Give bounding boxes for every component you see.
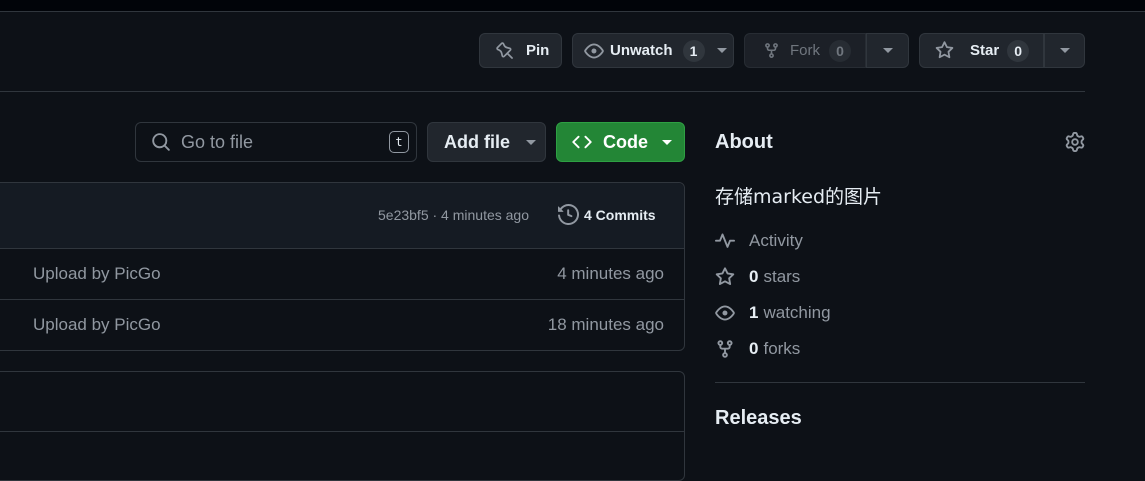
forks-count: 0 — [749, 339, 759, 358]
chevron-down-icon — [1059, 48, 1070, 53]
search-icon — [152, 133, 170, 151]
top-navigation-bar — [0, 0, 1145, 12]
fork-icon — [717, 340, 733, 358]
repo-description: 存储marked的图片 — [715, 186, 883, 208]
code-label: Code — [603, 131, 648, 152]
star-dropdown-button[interactable] — [1044, 33, 1085, 68]
readme-header-divider — [0, 431, 684, 432]
unwatch-button[interactable]: Unwatch 1 — [572, 33, 734, 68]
watching-count: 1 — [749, 303, 759, 322]
watch-count-badge: 1 — [682, 39, 705, 62]
pin-button[interactable]: Pin — [479, 33, 562, 68]
search-input[interactable]: Go to file — [181, 132, 253, 153]
file-row-time: 4 minutes ago — [557, 264, 664, 283]
star-icon — [715, 267, 735, 286]
header-divider — [0, 91, 1085, 92]
commits-link[interactable]: 4 Commits — [558, 204, 656, 225]
stars-label: stars — [763, 267, 801, 286]
activity-link[interactable]: Activity — [715, 231, 803, 251]
add-file-button[interactable]: Add file — [427, 122, 546, 162]
about-title: About — [715, 131, 773, 153]
eye-icon — [584, 43, 604, 58]
fork-button[interactable]: Fork 0 — [744, 33, 866, 68]
gear-icon[interactable] — [1065, 132, 1085, 152]
file-row-commit-message[interactable]: Upload by PicGo — [33, 264, 161, 284]
chevron-down-icon — [882, 48, 893, 53]
star-button[interactable]: Star 0 — [919, 33, 1044, 68]
stars-link[interactable]: 0 stars — [715, 267, 800, 287]
fork-count-badge: 0 — [829, 39, 851, 62]
go-to-file-search[interactable]: Go to file t — [135, 122, 417, 162]
eye-icon — [715, 305, 735, 321]
search-shortcut-key: t — [389, 131, 409, 153]
fork-icon — [765, 43, 778, 58]
commits-label: 4 Commits — [584, 206, 656, 223]
chevron-down-icon — [526, 139, 536, 145]
add-file-label: Add file — [444, 131, 510, 152]
chevron-down-icon — [662, 139, 672, 145]
star-label: Star — [970, 42, 1000, 59]
releases-title[interactable]: Releases — [715, 407, 802, 430]
watching-label: watching — [763, 303, 831, 322]
readme-panel — [0, 371, 685, 481]
pin-icon — [496, 41, 513, 59]
forks-link[interactable]: 0 forks — [715, 339, 800, 359]
row-divider — [0, 299, 684, 300]
row-divider — [0, 248, 684, 249]
history-icon — [558, 204, 579, 225]
stars-count: 0 — [749, 267, 759, 286]
unwatch-label: Unwatch — [610, 42, 673, 59]
chevron-down-icon — [716, 48, 727, 53]
fork-dropdown-button[interactable] — [866, 33, 909, 68]
forks-label: forks — [763, 339, 801, 358]
file-row-commit-message[interactable]: Upload by PicGo — [33, 315, 161, 335]
activity-label: Activity — [749, 231, 803, 250]
code-button[interactable]: Code — [556, 122, 685, 162]
pin-label: Pin — [526, 42, 550, 59]
file-row-time: 18 minutes ago — [547, 315, 664, 334]
star-count-badge: 0 — [1007, 39, 1030, 62]
code-icon — [572, 135, 592, 149]
watching-link[interactable]: 1 watching — [715, 303, 831, 323]
star-icon — [935, 41, 954, 59]
pulse-icon — [715, 233, 735, 248]
fork-label: Fork — [790, 42, 820, 59]
latest-commit-info[interactable]: 5e23bf5 · 4 minutes ago — [378, 207, 529, 223]
sidebar-divider — [715, 382, 1085, 383]
